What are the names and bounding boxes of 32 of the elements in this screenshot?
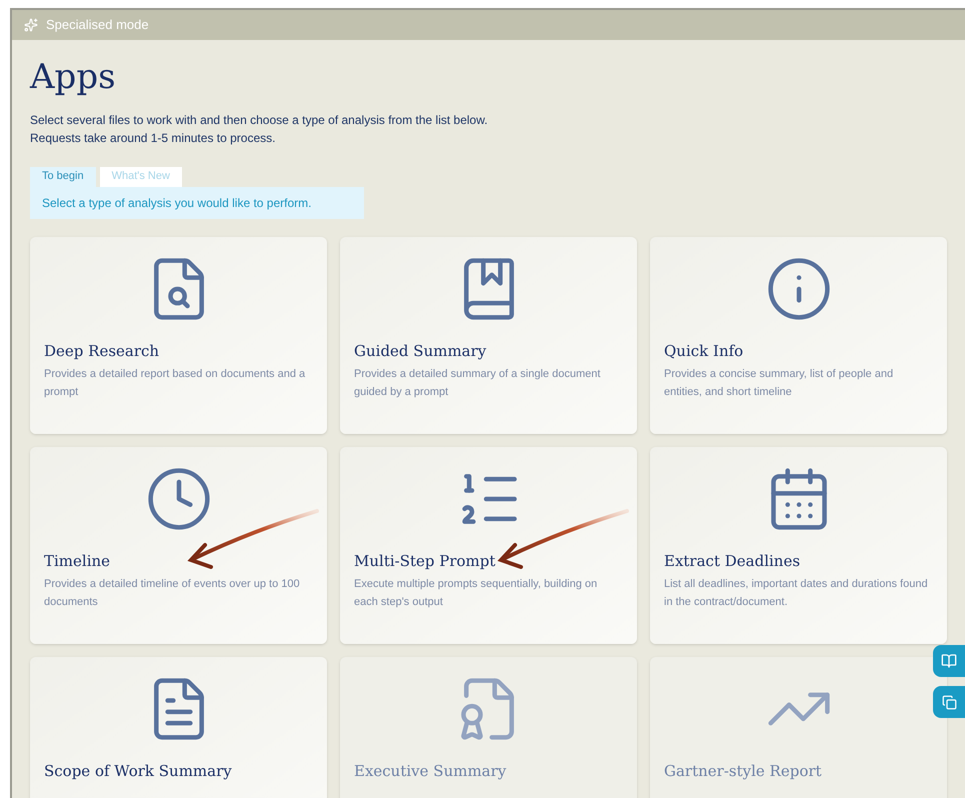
- app-card[interactable]: Extract Deadlines List all deadlines, important dates and durations found in the contract/document.: [650, 446, 947, 644]
- card-description: Provides a detailed report based on documents and a prompt: [44, 366, 306, 400]
- card-title: Guided Summary: [354, 340, 488, 360]
- card-description: List all deadlines, important dates and durations found in the contract/document.: [664, 576, 929, 610]
- card-description: Execute multiple prompts sequentially, building on each step's output: [354, 576, 598, 610]
- app-card[interactable]: Quick Info Provides a concise summary, list of people and entities, and short timeline: [650, 236, 947, 434]
- app-card[interactable]: Scope of Work Summary: [30, 656, 327, 798]
- card-title: Deep Research: [44, 340, 160, 360]
- page-heading: Apps: [30, 56, 117, 98]
- open-book-icon: [941, 653, 957, 669]
- card-title: Timeline: [44, 550, 112, 570]
- app-card[interactable]: Guided Summary Provides a detailed summary of a single document guided by a prompt: [340, 236, 637, 434]
- card-title: Gartner-style Report: [664, 760, 823, 780]
- copy-icon: [942, 694, 956, 710]
- guide-button[interactable]: [933, 645, 965, 677]
- card-title: Executive Summary: [354, 760, 508, 780]
- sparkle-icon: [24, 18, 38, 32]
- intro-text: Select several files to work with and then choose a type of analysis from the list below.: [30, 112, 489, 128]
- copy-button[interactable]: [933, 686, 965, 718]
- card-description: Provides a detailed timeline of events over up to 100 documents: [44, 576, 301, 610]
- intro-text: Requests take around 1-5 minutes to process.: [30, 130, 276, 146]
- card-title: Extract Deadlines: [664, 550, 802, 570]
- window-title: Specialised mode: [46, 16, 149, 34]
- card-description: Provides a detailed summary of a single document guided by a prompt: [354, 366, 602, 400]
- app-card[interactable]: Multi-Step Prompt Execute multiple prompts sequentially, building on each step's output: [340, 446, 637, 644]
- app-card[interactable]: Timeline Provides a detailed timeline of events over up to 100 documents: [30, 446, 327, 644]
- app-card[interactable]: Deep Research Provides a detailed report based on documents and a prompt: [30, 236, 327, 434]
- card-title: Multi-Step Prompt: [354, 550, 496, 570]
- card-description: Provides a concise summary, list of people and entities, and short timeline: [664, 366, 894, 400]
- tab-panel-text: Select a type of analysis you would like to perform.: [30, 186, 364, 218]
- card-title: Scope of Work Summary: [44, 760, 233, 780]
- card-title: Quick Info: [664, 340, 744, 360]
